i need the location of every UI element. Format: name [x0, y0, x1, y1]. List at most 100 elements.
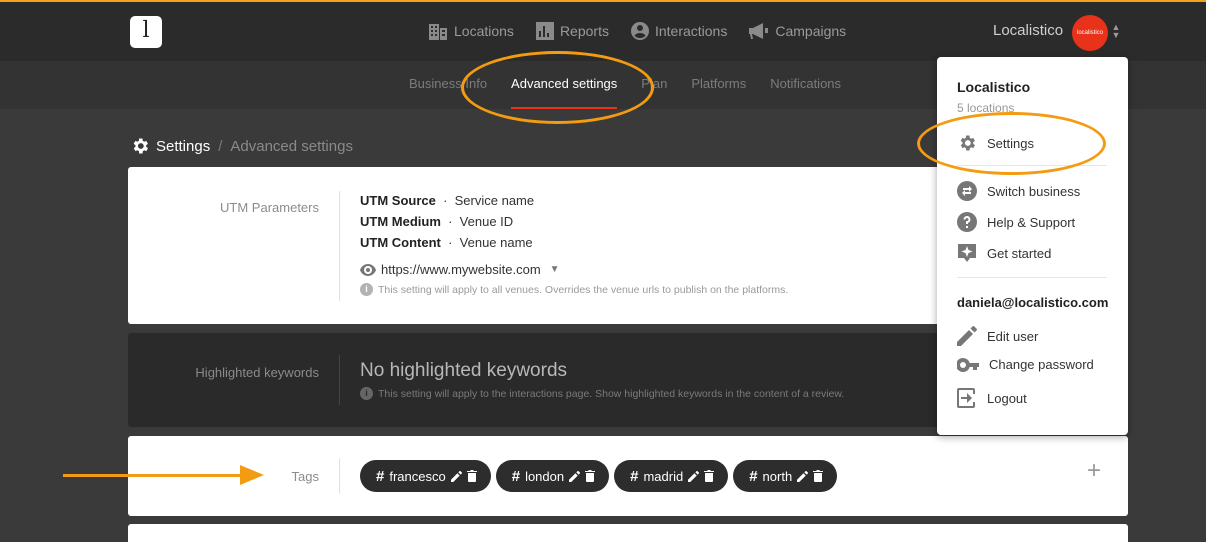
- menu-item-logout[interactable]: Logout: [957, 388, 1027, 408]
- nav-label: Campaigns: [775, 23, 847, 39]
- tag-label: north: [762, 468, 793, 484]
- keywords-hint: i This setting will apply to the interac…: [360, 387, 844, 400]
- menu-item-label: Switch business: [987, 183, 1081, 199]
- no-keywords-text: No highlighted keywords: [360, 360, 568, 381]
- breadcrumb-root[interactable]: Settings: [156, 138, 210, 155]
- user-email: daniela@localistico.com: [957, 295, 1109, 310]
- megaphone-icon: [749, 23, 769, 39]
- caret-down-icon[interactable]: ▼: [550, 264, 560, 275]
- trash-icon[interactable]: [585, 470, 596, 482]
- pencil-icon[interactable]: [688, 470, 700, 482]
- business-name[interactable]: Localistico: [993, 22, 1063, 39]
- eye-icon: [360, 263, 376, 276]
- divider: [957, 277, 1107, 278]
- hash-icon: #: [630, 467, 639, 485]
- divider: [339, 458, 340, 494]
- breadcrumb: Settings / Advanced settings: [130, 136, 353, 156]
- utm-key: UTM Medium: [360, 214, 441, 229]
- breadcrumb-separator: /: [218, 137, 223, 155]
- pencil-icon[interactable]: [797, 470, 809, 482]
- tags-card: Tags # francesco # london # madrid # north +: [128, 436, 1128, 516]
- annotation-ellipse-settings: [917, 112, 1106, 175]
- tag-list: # francesco # london # madrid # north: [360, 460, 838, 492]
- menu-item-label: Help & Support: [987, 214, 1076, 230]
- utm-label: UTM Parameters: [220, 200, 319, 215]
- menu-item-edit-user[interactable]: Edit user: [957, 326, 1038, 346]
- logout-icon: [957, 388, 975, 408]
- annotation-ellipse-advanced-settings: [461, 51, 654, 124]
- menu-item-label: Get started: [987, 245, 1052, 261]
- person-circle-icon: [630, 22, 649, 40]
- switch-icon: [957, 181, 977, 201]
- gear-icon: [133, 138, 148, 154]
- menu-item-switch-business[interactable]: Switch business: [957, 181, 1080, 201]
- hint-text: This setting will apply to the interacti…: [378, 387, 845, 400]
- dropdown-business-name: Localistico: [957, 79, 1031, 95]
- trash-icon[interactable]: [466, 470, 477, 482]
- menu-item-help-support[interactable]: Help & Support: [957, 212, 1075, 232]
- nav-label: Interactions: [654, 23, 728, 39]
- tags-label: Tags: [291, 469, 319, 484]
- pencil-icon[interactable]: [569, 470, 581, 482]
- nav-interactions[interactable]: Interactions: [630, 18, 728, 44]
- annotation-arrow-line: [63, 474, 245, 477]
- menu-item-label: Edit user: [987, 328, 1039, 344]
- breadcrumb-current: Advanced settings: [230, 137, 353, 155]
- menu-item-label: Change password: [989, 357, 1094, 372]
- utm-key: UTM Source: [360, 193, 436, 208]
- help-icon: [957, 212, 977, 232]
- nav-campaigns[interactable]: Campaigns: [749, 18, 846, 44]
- utm-medium-row: UTM Medium · Venue ID: [360, 214, 514, 229]
- hint-text: This setting will apply to all venues. O…: [378, 283, 789, 296]
- hash-icon: #: [376, 467, 385, 485]
- menu-item-get-started[interactable]: Get started: [957, 243, 1051, 263]
- building-icon: [429, 24, 447, 40]
- utm-value: Venue name: [459, 235, 533, 250]
- keywords-label: Highlighted keywords: [195, 365, 319, 380]
- pencil-icon: [957, 326, 977, 346]
- chevron-up-down-icon[interactable]: ▲ ▼: [1111, 23, 1121, 40]
- trash-icon[interactable]: [704, 470, 715, 482]
- nav-reports[interactable]: Reports: [535, 18, 609, 44]
- url-value: https://www.mywebsite.com: [381, 262, 541, 277]
- next-card: [128, 524, 1128, 542]
- info-icon: i: [360, 283, 373, 296]
- add-tag-button[interactable]: +: [1087, 458, 1101, 484]
- top-bar: l Locations Reports Interactions Campaig…: [0, 0, 1206, 61]
- business-avatar[interactable]: localistico: [1072, 15, 1108, 51]
- tag-label: madrid: [643, 468, 684, 484]
- tag-chip[interactable]: # north: [733, 460, 838, 492]
- menu-item-change-password[interactable]: Change password: [957, 357, 1094, 372]
- divider: [339, 191, 340, 301]
- tag-chip[interactable]: # london: [495, 460, 610, 492]
- tag-chip[interactable]: # francesco: [360, 460, 491, 492]
- nav-locations[interactable]: Locations: [428, 18, 514, 44]
- menu-item-label: Logout: [987, 390, 1027, 406]
- tag-label: london: [525, 468, 565, 484]
- tag-label: francesco: [389, 468, 446, 484]
- hash-icon: #: [749, 467, 758, 485]
- pencil-icon[interactable]: [450, 470, 462, 482]
- app-logo[interactable]: l: [130, 16, 162, 48]
- utm-source-row: UTM Source · Service name: [360, 193, 535, 208]
- utm-key: UTM Content: [360, 235, 441, 250]
- sparkle-icon: [958, 244, 976, 262]
- utm-content-row: UTM Content · Venue name: [360, 235, 533, 250]
- url-selector[interactable]: https://www.mywebsite.com ▼: [360, 262, 560, 277]
- utm-value: Venue ID: [459, 214, 514, 229]
- nav-label: Reports: [559, 23, 609, 39]
- annotation-arrow-head: [240, 465, 264, 485]
- tab-notifications[interactable]: Notifications: [770, 61, 841, 109]
- utm-hint: i This setting will apply to all venues.…: [360, 283, 788, 296]
- utm-value: Service name: [454, 193, 535, 208]
- bar-chart-icon: [535, 22, 554, 40]
- key-icon: [957, 357, 979, 372]
- trash-icon[interactable]: [813, 470, 824, 482]
- info-icon: i: [360, 387, 373, 400]
- divider: [339, 355, 340, 405]
- tag-chip[interactable]: # madrid: [614, 460, 729, 492]
- main-nav: Locations Reports Interactions Campaigns: [428, 18, 846, 44]
- hash-icon: #: [511, 467, 521, 485]
- nav-label: Locations: [454, 23, 514, 39]
- tab-platforms[interactable]: Platforms: [691, 61, 746, 109]
